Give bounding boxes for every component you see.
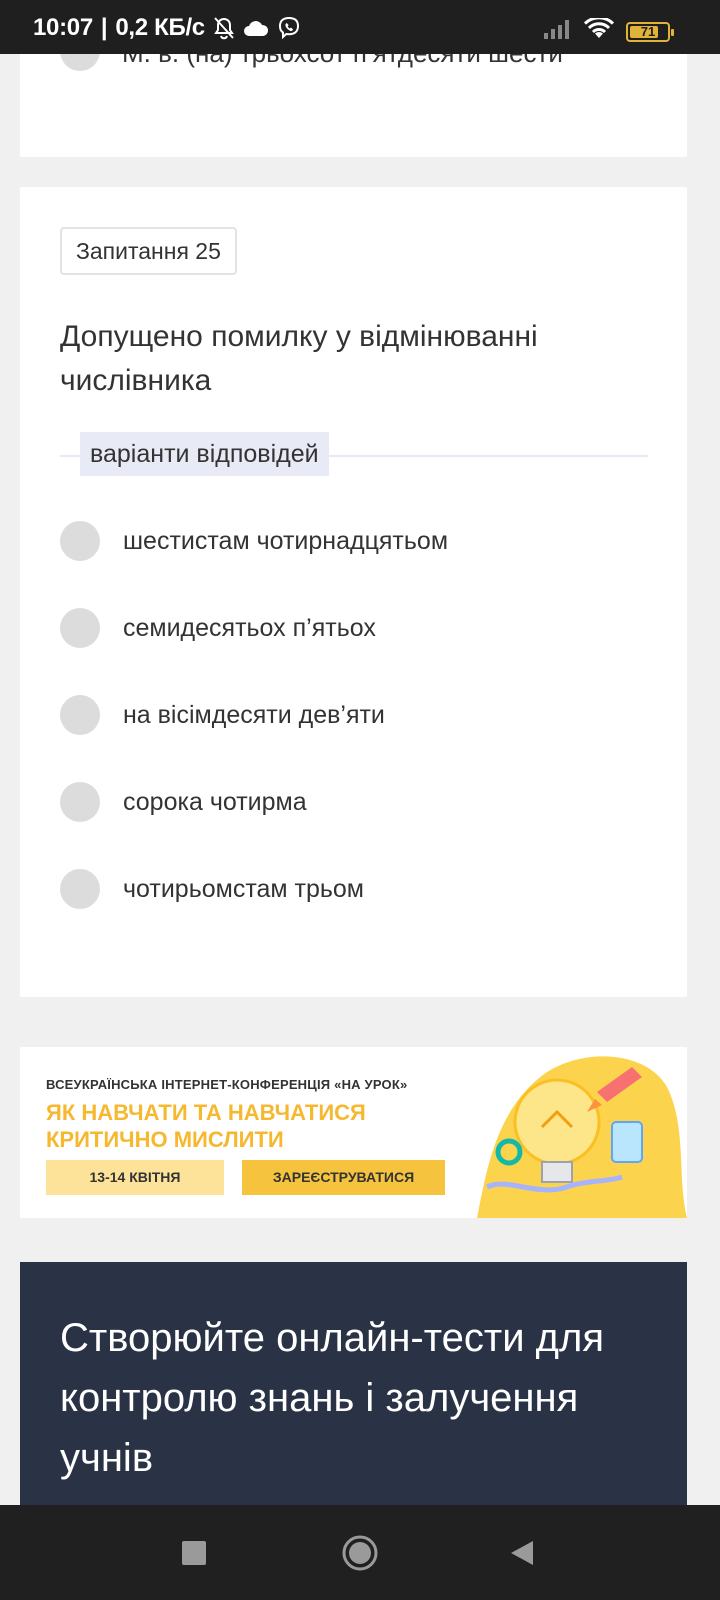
navigation-bar <box>0 1505 720 1600</box>
radio-button[interactable] <box>60 782 100 822</box>
answer-option[interactable]: на вісімдесяти дев’яти <box>60 695 660 735</box>
bell-off-icon <box>213 16 235 40</box>
home-icon[interactable] <box>320 1505 400 1600</box>
answer-option[interactable]: шестистам чотирнадцятьом <box>60 521 660 561</box>
separator: | <box>100 14 108 41</box>
battery-level: 71 <box>640 24 656 39</box>
signal-icon <box>542 19 572 44</box>
option-label: семидесятьох п’ятьох <box>123 613 376 642</box>
answer-option[interactable]: семидесятьох п’ятьох <box>60 608 660 648</box>
promo-title: Створюйте онлайн-тести для контролю знан… <box>60 1316 604 1480</box>
register-button[interactable]: ЗАРЕЄСТРУВАТИСЯ <box>242 1160 445 1195</box>
lightbulb-illustration <box>477 1056 687 1218</box>
option-label: на вісімдесяти дев’яти <box>123 700 385 729</box>
battery-icon: 71 <box>626 21 674 42</box>
question-text: Допущено помилку у відмінюванні числівни… <box>60 320 538 397</box>
option-label: шестистам чотирнадцятьом <box>123 526 448 555</box>
status-left: 10:07 | 0,2 КБ/с <box>33 14 301 42</box>
answer-option[interactable]: чотирьомстам трьом <box>60 869 660 909</box>
cloud-icon <box>243 19 269 37</box>
answer-option[interactable]: сорока чотирма <box>60 782 660 822</box>
banner-title-line: КРИТИЧНО МИСЛИТИ <box>46 1127 284 1152</box>
question-number-badge: Запитання 25 <box>60 227 237 275</box>
wifi-icon <box>583 16 615 45</box>
answer-variants-label: варіанти відповідей <box>80 432 329 476</box>
radio-button[interactable] <box>60 521 100 561</box>
clock: 10:07 <box>33 14 93 41</box>
banner-title: ЯК НАВЧАТИ ТА НАВЧАТИСЯ КРИТИЧНО МИСЛИТИ <box>46 1099 366 1153</box>
promo-section: Створюйте онлайн-тести для контролю знан… <box>20 1262 687 1512</box>
network-speed: 0,2 КБ/с <box>115 14 205 41</box>
radio-button[interactable] <box>60 869 100 909</box>
conference-banner[interactable]: ВСЕУКРАЇНСЬКА ІНТЕРНЕТ-КОНФЕРЕНЦІЯ «НА У… <box>20 1047 687 1218</box>
viber-icon <box>277 16 301 40</box>
option-label: сорока чотирма <box>123 787 307 816</box>
radio-button[interactable] <box>60 608 100 648</box>
banner-title-line: ЯК НАВЧАТИ ТА НАВЧАТИСЯ <box>46 1100 366 1125</box>
back-icon[interactable] <box>482 1505 562 1600</box>
question-card: Запитання 25 Допущено помилку у відмінюв… <box>20 187 687 997</box>
status-bar: 10:07 | 0,2 КБ/с 71 <box>0 0 720 54</box>
banner-date: 13-14 КВІТНЯ <box>46 1160 224 1195</box>
recent-apps-icon[interactable] <box>154 1505 234 1600</box>
banner-kicker: ВСЕУКРАЇНСЬКА ІНТЕРНЕТ-КОНФЕРЕНЦІЯ «НА У… <box>46 1077 408 1092</box>
radio-button[interactable] <box>60 695 100 735</box>
status-right: 71 <box>542 16 674 45</box>
option-label: чотирьомстам трьом <box>123 874 364 903</box>
